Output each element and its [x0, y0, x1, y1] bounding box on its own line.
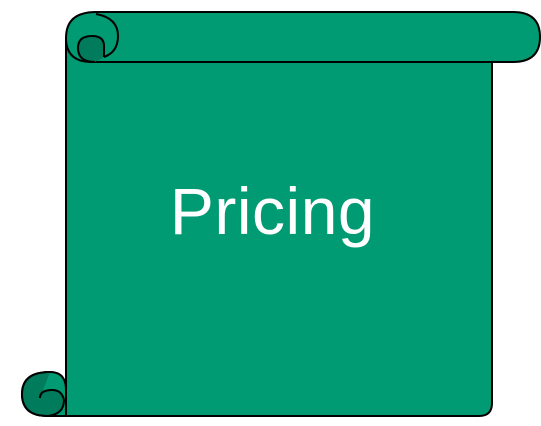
scroll-banner: Pricing [0, 0, 541, 426]
scroll-top-roll [65, 11, 541, 63]
scroll-top-curl [77, 35, 105, 63]
banner-title: Pricing [169, 174, 376, 248]
